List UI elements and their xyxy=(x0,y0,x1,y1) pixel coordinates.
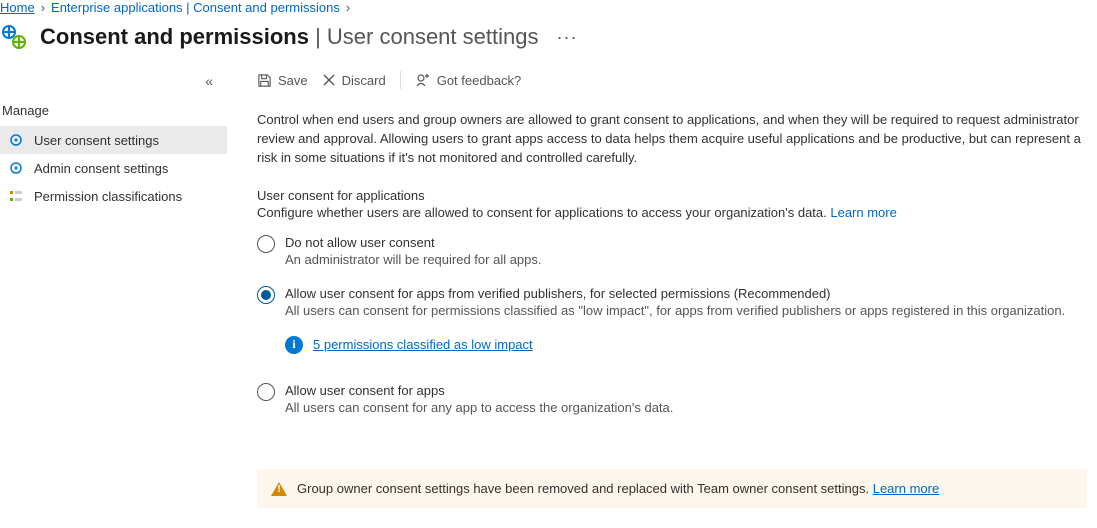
section-subtitle: Configure whether users are allowed to c… xyxy=(257,205,1087,230)
radio-help-text: An administrator will be required for al… xyxy=(285,252,542,267)
close-icon xyxy=(322,73,336,87)
banner-content: Group owner consent settings have been r… xyxy=(297,481,939,496)
info-icon: i xyxy=(285,336,303,354)
sidebar-item-permission-classifications[interactable]: Permission classifications xyxy=(0,182,227,210)
save-icon xyxy=(257,73,272,88)
page-title-row: Consent and permissions | User consent s… xyxy=(0,21,1097,71)
low-impact-info: i 5 permissions classified as low impact xyxy=(257,332,1087,378)
radio-do-not-allow[interactable]: Do not allow user consent An administrat… xyxy=(257,230,1087,281)
section-title: User consent for applications xyxy=(257,188,1087,205)
save-label: Save xyxy=(278,73,308,88)
radio-icon xyxy=(257,286,275,304)
sidebar-item-user-consent-settings[interactable]: User consent settings xyxy=(0,126,227,154)
sidebar: « Manage User consent settings Admin con… xyxy=(0,71,227,528)
banner-learn-more-link[interactable]: Learn more xyxy=(873,481,939,496)
feedback-button[interactable]: Got feedback? xyxy=(415,72,522,88)
warning-banner: Group owner consent settings have been r… xyxy=(257,469,1087,508)
save-button[interactable]: Save xyxy=(257,73,308,88)
warning-icon xyxy=(271,482,287,496)
radio-label: Allow user consent for apps xyxy=(285,382,673,400)
page-title: Consent and permissions | User consent s… xyxy=(40,24,538,50)
breadcrumb-item-parent[interactable]: Enterprise applications | Consent and pe… xyxy=(51,0,340,15)
page-description: Control when end users and group owners … xyxy=(257,111,1087,188)
feedback-label: Got feedback? xyxy=(437,73,522,88)
gear-icon xyxy=(8,132,24,148)
breadcrumb: Home › Enterprise applications | Consent… xyxy=(0,0,1097,21)
radio-help-text: All users can consent for any app to acc… xyxy=(285,400,673,415)
radio-icon xyxy=(257,235,275,253)
sidebar-section-header: Manage xyxy=(0,99,227,126)
page-title-separator: | xyxy=(309,24,327,49)
discard-label: Discard xyxy=(342,73,386,88)
section-subtitle-text: Configure whether users are allowed to c… xyxy=(257,205,830,220)
toolbar: Save Discard Got feedback? xyxy=(257,71,1087,111)
chevron-right-icon: › xyxy=(41,0,45,15)
page-title-sub: User consent settings xyxy=(327,24,539,49)
learn-more-link[interactable]: Learn more xyxy=(830,205,896,220)
radio-icon xyxy=(257,383,275,401)
collapse-sidebar-button[interactable]: « xyxy=(199,71,219,91)
sidebar-item-admin-consent-settings[interactable]: Admin consent settings xyxy=(0,154,227,182)
classification-icon xyxy=(8,188,24,204)
consent-permissions-icon xyxy=(0,23,28,51)
radio-help-text: All users can consent for permissions cl… xyxy=(285,303,1065,318)
main-content: Save Discard Got feedback? Control when … xyxy=(227,71,1097,528)
radio-allow-all[interactable]: Allow user consent for apps All users ca… xyxy=(257,378,1087,445)
feedback-icon xyxy=(415,72,431,88)
sidebar-item-label: Admin consent settings xyxy=(34,161,168,176)
low-impact-permissions-link[interactable]: 5 permissions classified as low impact xyxy=(313,337,533,352)
sidebar-item-label: Permission classifications xyxy=(34,189,182,204)
page-title-main: Consent and permissions xyxy=(40,24,309,49)
sidebar-item-label: User consent settings xyxy=(34,133,159,148)
chevron-right-icon: › xyxy=(346,0,350,15)
radio-label: Allow user consent for apps from verifie… xyxy=(285,285,1065,303)
discard-button[interactable]: Discard xyxy=(322,73,386,88)
toolbar-separator xyxy=(400,71,401,89)
breadcrumb-item-home[interactable]: Home xyxy=(0,0,35,15)
gear-icon xyxy=(8,160,24,176)
radio-label: Do not allow user consent xyxy=(285,234,542,252)
banner-text: Group owner consent settings have been r… xyxy=(297,481,873,496)
radio-allow-verified[interactable]: Allow user consent for apps from verifie… xyxy=(257,281,1087,332)
more-actions-button[interactable]: ··· xyxy=(550,27,583,48)
